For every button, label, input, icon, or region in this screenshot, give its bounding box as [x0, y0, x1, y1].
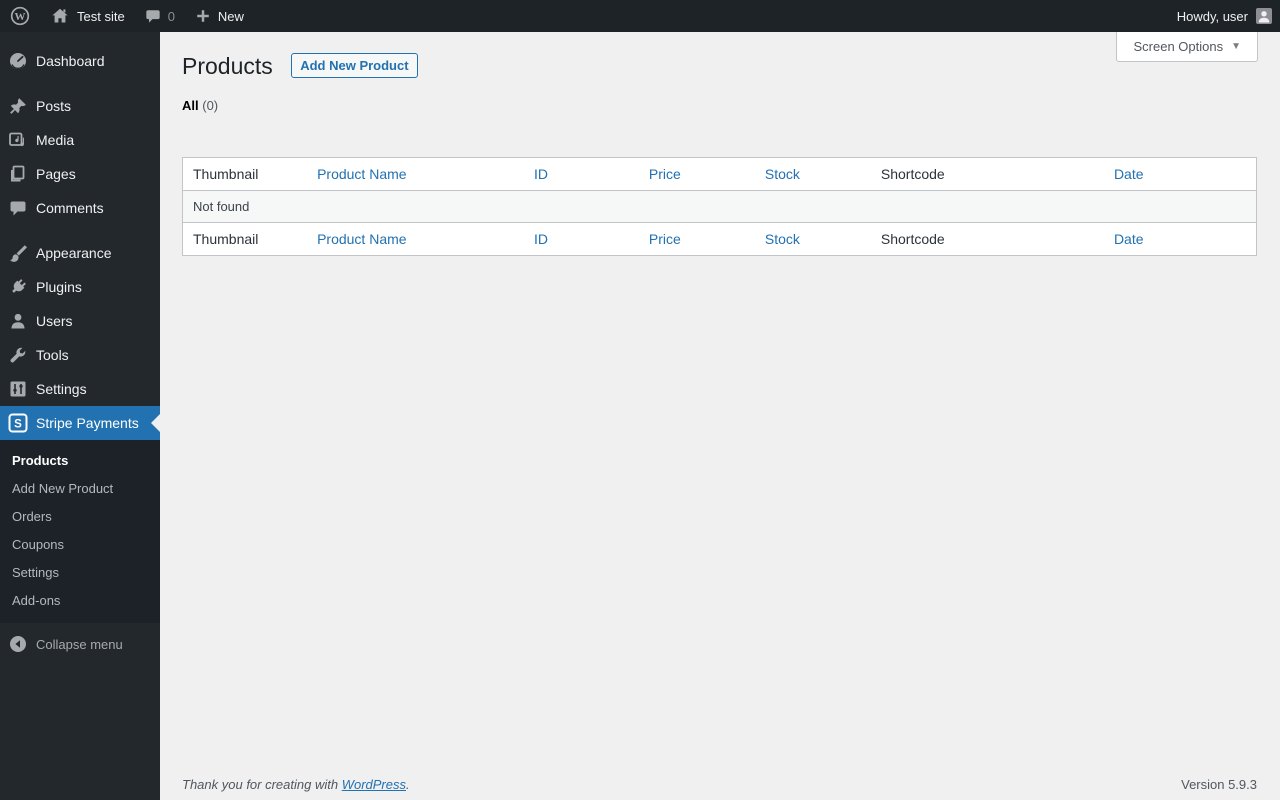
filter-all-count: (0) — [202, 98, 219, 113]
submenu-item-orders[interactable]: Orders — [0, 503, 160, 531]
submenu-item-add-new-product[interactable]: Add New Product — [0, 475, 160, 503]
page-title: Products — [182, 53, 273, 79]
submenu-item-add-ons[interactable]: Add-ons — [0, 587, 160, 615]
menu-separator — [0, 225, 160, 236]
content-area: Screen Options ▼ Products Add New Produc… — [160, 32, 1280, 800]
sidebar-item-label: Tools — [36, 347, 69, 363]
sidebar-item-label: Dashboard — [36, 53, 105, 69]
column-footer-date[interactable]: Date — [1104, 223, 1257, 256]
column-header-shortcode: Shortcode — [880, 166, 945, 182]
sidebar-item-label: Media — [36, 132, 75, 148]
site-name: Test site — [77, 8, 125, 24]
column-footer-shortcode: Shortcode — [880, 231, 945, 247]
sidebar-item-label: Users — [36, 313, 73, 329]
screen-options-label: Screen Options — [1133, 39, 1224, 54]
screen-options-button[interactable]: Screen Options ▼ — [1116, 32, 1258, 62]
admin-footer: Thank you for creating with WordPress. V… — [182, 777, 1257, 792]
stripe-payments-submenu: Products Add New Product Orders Coupons … — [0, 440, 160, 623]
filter-all-link[interactable]: All — [182, 98, 199, 113]
media-icon — [9, 132, 24, 147]
collapse-menu-label: Collapse menu — [36, 636, 123, 652]
wordpress-logo-icon: W — [10, 6, 30, 26]
sidebar-item-tools[interactable]: Tools — [0, 338, 160, 372]
sidebar-item-plugins[interactable]: Plugins — [0, 270, 160, 304]
column-footer-price[interactable]: Price — [639, 223, 755, 256]
home-icon — [52, 8, 68, 23]
sidebar-item-label: Posts — [36, 98, 72, 114]
plug-icon — [12, 279, 26, 293]
column-header-stock[interactable]: Stock — [755, 158, 871, 191]
table-footer-row: Thumbnail Product Name ID Price Stock Sh… — [182, 222, 1257, 256]
account-menu[interactable]: Howdy, user — [1177, 8, 1280, 24]
wp-logo-menu[interactable]: W — [0, 0, 40, 32]
column-header-product-name[interactable]: Product Name — [307, 158, 524, 191]
wordpress-link[interactable]: WordPress — [342, 777, 406, 792]
column-header-thumbnail: Thumbnail — [193, 166, 259, 182]
collapse-menu-button[interactable]: Collapse menu — [0, 627, 160, 661]
avatar — [1256, 8, 1272, 24]
submenu-item-products[interactable]: Products — [0, 447, 160, 475]
chevron-down-icon: ▼ — [1231, 41, 1241, 52]
sidebar-item-posts[interactable]: Posts — [0, 89, 160, 123]
column-footer-thumbnail: Thumbnail — [193, 231, 259, 247]
pushpin-icon — [10, 98, 26, 114]
column-header-price[interactable]: Price — [639, 158, 755, 191]
sidebar-item-label: Pages — [36, 166, 76, 182]
collapse-arrow-icon — [10, 636, 26, 652]
submenu-item-settings[interactable]: Settings — [0, 559, 160, 587]
sidebar-item-settings[interactable]: Settings — [0, 372, 160, 406]
sidebar-item-label: Appearance — [36, 245, 112, 261]
column-footer-stock[interactable]: Stock — [755, 223, 871, 256]
footer-thanks-text: Thank you for creating with WordPress. — [182, 777, 410, 792]
menu-separator — [0, 78, 160, 89]
sidebar-item-media[interactable]: Media — [0, 123, 160, 157]
admin-menu: Dashboard Posts Media Pages Comments App… — [0, 32, 160, 800]
comment-bubble-icon — [10, 201, 26, 216]
sidebar-item-appearance[interactable]: Appearance — [0, 236, 160, 270]
sidebar-item-users[interactable]: Users — [0, 304, 160, 338]
table-header-row: Thumbnail Product Name ID Price Stock Sh… — [182, 158, 1257, 191]
sidebar-item-dashboard[interactable]: Dashboard — [0, 44, 160, 78]
sidebar-item-comments[interactable]: Comments — [0, 191, 160, 225]
pages-icon — [11, 165, 25, 182]
user-icon — [11, 313, 25, 329]
svg-text:S: S — [14, 418, 22, 430]
admin-bar: W Test site 0 New Howdy, user — [0, 0, 1280, 32]
sidebar-item-label: Plugins — [36, 279, 82, 295]
footer-thanks-prefix: Thank you for creating with — [182, 777, 342, 792]
sidebar-item-label: Stripe Payments — [36, 415, 139, 431]
sidebar-item-pages[interactable]: Pages — [0, 157, 160, 191]
paintbrush-icon — [10, 245, 27, 262]
site-link[interactable]: Test site — [40, 0, 135, 32]
sidebar-item-label: Settings — [36, 381, 87, 397]
comment-bubble-icon — [146, 10, 160, 23]
new-content-menu[interactable]: New — [185, 0, 254, 32]
column-footer-product-name[interactable]: Product Name — [307, 223, 524, 256]
stripe-s-icon: S — [8, 413, 28, 433]
comment-count: 0 — [167, 8, 175, 24]
submenu-item-coupons[interactable]: Coupons — [0, 531, 160, 559]
products-table: Thumbnail Product Name ID Price Stock Sh… — [182, 157, 1257, 256]
howdy-text: Howdy, user — [1176, 8, 1248, 24]
column-header-date[interactable]: Date — [1104, 158, 1257, 191]
wrench-icon — [10, 347, 26, 363]
comments-shortcut[interactable]: 0 — [135, 0, 185, 32]
sidebar-item-label: Comments — [36, 200, 104, 216]
svg-text:W: W — [15, 11, 26, 23]
sidebar-item-stripe-payments[interactable]: S Stripe Payments — [0, 406, 160, 440]
column-header-id[interactable]: ID — [524, 158, 639, 191]
version-text: Version 5.9.3 — [1181, 777, 1257, 792]
settings-sliders-icon — [10, 381, 26, 397]
add-new-product-button[interactable]: Add New Product — [291, 53, 418, 78]
footer-thanks-suffix: . — [406, 777, 410, 792]
new-label: New — [217, 8, 244, 24]
empty-results-row: Not found — [182, 190, 1257, 223]
empty-results-message: Not found — [182, 190, 1257, 223]
plus-icon — [197, 10, 209, 22]
list-filter-row: All (0) — [182, 98, 1257, 113]
dashboard-gauge-icon — [10, 53, 26, 70]
column-footer-id[interactable]: ID — [524, 223, 639, 256]
